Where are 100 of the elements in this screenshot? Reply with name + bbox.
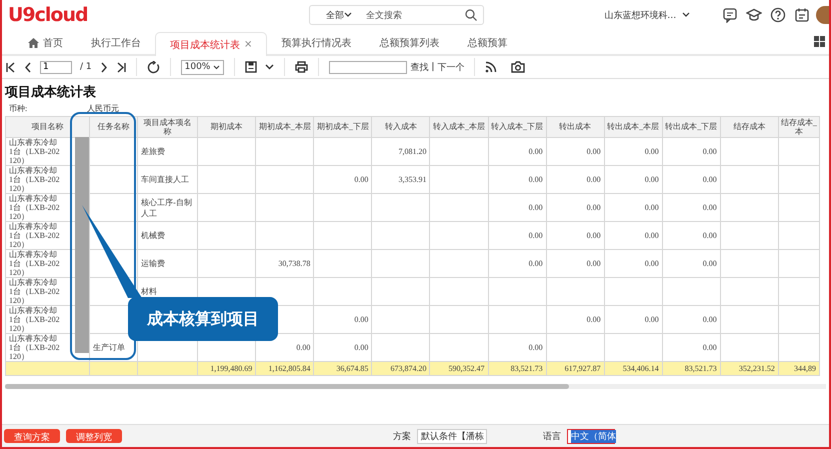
table-cell: 0.00 (546, 194, 604, 222)
column-header[interactable]: 转入成本_本层 (430, 116, 488, 138)
table-cell: 0.00 (488, 166, 546, 194)
language-label: 语言 (543, 430, 561, 442)
table-cell: 0.00 (488, 194, 546, 222)
page-total: / 1 (80, 62, 92, 72)
table-cell: 0.00 (488, 138, 546, 166)
table-cell: 0.00 (546, 306, 604, 334)
table-cell: 0.00 (662, 194, 720, 222)
column-header[interactable]: 转出成本_本层 (604, 116, 662, 138)
tab[interactable]: 总额预算 (453, 32, 522, 54)
column-header[interactable]: 转出成本_下层 (662, 116, 720, 138)
organization-selector[interactable]: 山东蓝想环境科… (604, 8, 676, 22)
table-cell: 0.00 (488, 222, 546, 250)
scheme-dropdown[interactable]: 默认条件【潘栋 (417, 428, 487, 444)
next-link[interactable]: 下一个 (437, 60, 464, 74)
help-icon[interactable] (770, 7, 786, 23)
scrollbar-thumb[interactable] (5, 384, 569, 389)
table-cell: 0.00 (314, 306, 372, 334)
logo[interactable]: U9cloud (8, 4, 192, 26)
tab[interactable]: 预算执行情况表 (267, 32, 366, 54)
column-width-button[interactable]: 调整列宽 (66, 429, 122, 443)
total-cell: 617,927.87 (546, 362, 604, 376)
table-cell: 差旅费 (138, 138, 198, 166)
graduation-cap-icon[interactable] (746, 7, 762, 23)
total-cell: 673,874.20 (372, 362, 430, 376)
callout-bubble: 成本核算到项目 (128, 297, 278, 341)
scheme-label: 方案 (393, 430, 411, 442)
column-header[interactable]: 任务名称 (90, 116, 138, 138)
column-header[interactable]: 期初成本 (198, 116, 256, 138)
scope-dropdown[interactable]: 全部 (326, 8, 344, 22)
next-page-icon[interactable] (100, 62, 108, 72)
close-icon[interactable]: × (244, 39, 252, 50)
refresh-icon[interactable] (146, 60, 160, 74)
search-icon[interactable] (465, 9, 478, 21)
tab[interactable]: 首页 (14, 32, 77, 54)
last-page-icon[interactable] (116, 62, 126, 72)
report-title: 项目成本统计表 (5, 83, 97, 101)
table-cell: 0.00 (604, 222, 662, 250)
table-cell: 7,081.20 (372, 138, 430, 166)
column-header[interactable]: 期初成本_下层 (314, 116, 372, 138)
table-cell: 车间直接人工 (138, 166, 198, 194)
table-cell: 0.00 (662, 306, 720, 334)
table-cell: 机械费 (138, 222, 198, 250)
first-page-icon[interactable] (6, 62, 16, 72)
search-field[interactable]: 全部 全文搜索 (309, 5, 484, 25)
column-header[interactable]: 期初成本_本层 (256, 116, 314, 138)
column-header[interactable]: 项目名称 (6, 116, 90, 138)
column-header[interactable]: 结存成本 (720, 116, 778, 138)
column-header[interactable]: 转入成本 (372, 116, 430, 138)
table-cell: 0.00 (546, 138, 604, 166)
search-placeholder: 全文搜索 (366, 10, 404, 22)
table-cell: 0.00 (488, 250, 546, 278)
total-cell: 344,89 (778, 362, 820, 376)
separator: | (431, 62, 434, 72)
currency-label: 币种: (9, 103, 28, 114)
total-cell: 1,199,480.69 (198, 362, 256, 376)
message-icon[interactable] (722, 7, 738, 23)
table-cell: 0.00 (604, 166, 662, 194)
rss-icon[interactable] (485, 61, 498, 73)
tab[interactable]: 项目成本统计表 × (155, 32, 268, 56)
table-cell: 0.00 (662, 166, 720, 194)
calendar-icon[interactable] (794, 7, 810, 23)
table-cell: 0.00 (546, 250, 604, 278)
caret-icon[interactable] (265, 64, 274, 70)
zoom-dropdown[interactable]: 100% (180, 60, 224, 74)
table-cell: 0.00 (546, 166, 604, 194)
page-field[interactable]: 1 (40, 60, 72, 74)
save-icon[interactable] (245, 61, 258, 73)
table-cell: 0.00 (604, 250, 662, 278)
table-cell: 运输费 (138, 250, 198, 278)
language-dropdown[interactable]: 中文（简体 (567, 428, 615, 444)
previous-page-icon[interactable] (24, 62, 32, 72)
find-link[interactable]: 查找 (410, 60, 428, 74)
column-header[interactable]: 项目成本项名称 (138, 116, 198, 138)
print-icon[interactable] (295, 61, 308, 73)
caret-icon[interactable] (344, 12, 352, 18)
tab[interactable]: 总额预算列表 (365, 32, 454, 54)
table-cell: 0.00 (604, 194, 662, 222)
total-cell: 36,674.85 (314, 362, 372, 376)
tab[interactable]: 执行工作台 (77, 32, 155, 54)
query-scheme-button[interactable]: 查询方案 (4, 429, 60, 443)
find-field[interactable] (329, 60, 408, 74)
table-cell: 0.00 (314, 166, 372, 194)
column-header[interactable]: 转入成本_下层 (488, 116, 546, 138)
table-cell: 3,353.91 (372, 166, 430, 194)
table-cell: 0.00 (662, 250, 720, 278)
table-cell: 0.00 (546, 222, 604, 250)
total-cell: 83,521.73 (488, 362, 546, 376)
column-header[interactable]: 转出成本 (546, 116, 604, 138)
total-cell: 590,352.47 (430, 362, 488, 376)
caret-icon[interactable] (682, 12, 690, 18)
table-cell: 0.00 (662, 138, 720, 166)
horizontal-scrollbar[interactable] (5, 384, 826, 389)
grid-icon[interactable] (814, 36, 825, 47)
camera-icon[interactable] (511, 61, 526, 73)
column-header[interactable]: 结存成本_本 (778, 116, 820, 138)
total-cell: 1,162,805.84 (256, 362, 314, 376)
avatar[interactable] (816, 6, 829, 24)
total-cell: 352,231.52 (720, 362, 778, 376)
